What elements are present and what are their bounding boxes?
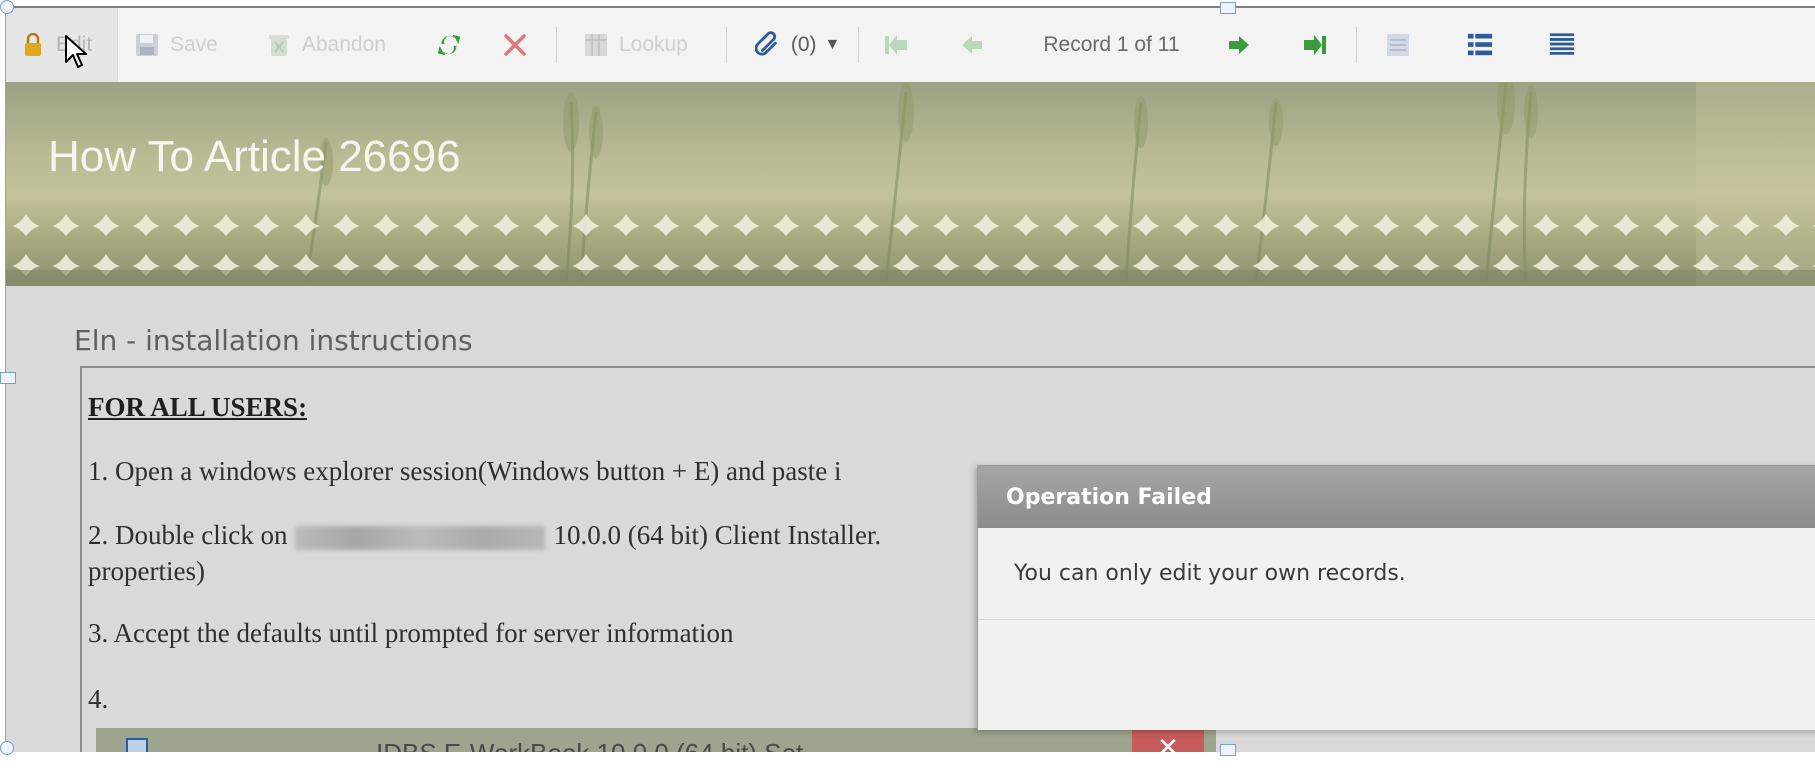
resize-handle[interactable] <box>1220 2 1236 14</box>
dialog-message: You can only edit your own records. <box>978 528 1815 620</box>
last-record-icon <box>1302 32 1328 58</box>
step-2-continued: properties) <box>88 556 205 586</box>
dialog-title: Operation Failed <box>1006 484 1212 510</box>
resize-handle[interactable] <box>1220 744 1236 756</box>
abandon-label: Abandon <box>301 33 386 56</box>
save-button[interactable]: Save <box>124 8 228 82</box>
resize-handle[interactable] <box>0 0 14 14</box>
lookup-button[interactable]: Lookup <box>573 8 698 82</box>
installer-icon <box>126 738 148 752</box>
close-icon: ✕ <box>1157 733 1179 752</box>
decorative-pattern <box>6 206 1815 286</box>
arrow-right-icon <box>1226 32 1252 58</box>
grid-view-icon <box>1549 32 1575 58</box>
attachments-count: (0) <box>790 33 817 56</box>
save-label: Save <box>170 33 218 56</box>
edit-button[interactable]: Edit <box>6 8 118 82</box>
installer-close-button[interactable]: ✕ <box>1132 728 1204 752</box>
toolbar-separator <box>1355 27 1357 63</box>
first-record-button[interactable] <box>873 8 929 82</box>
arrow-left-icon <box>959 32 985 58</box>
app-window: Edit Save Abandon <box>5 6 1815 752</box>
grid-view-button[interactable] <box>1539 8 1595 82</box>
instructions-heading: FOR ALL USERS: <box>88 392 308 422</box>
step-2-suffix: 10.0.0 (64 bit) Client Installer. <box>553 520 882 550</box>
bin-icon <box>266 32 292 58</box>
list-view-icon <box>1467 32 1493 58</box>
step-3: 3. Accept the defaults until prompted fo… <box>88 618 734 648</box>
record-counter: Record 1 of 11 <box>1043 33 1180 56</box>
chevron-down-icon: ▼ <box>824 36 841 53</box>
resize-handle[interactable] <box>0 372 16 384</box>
step-4: 4. <box>88 684 109 714</box>
dialog-header[interactable]: Operation Failed <box>978 466 1815 528</box>
red-x-icon <box>502 32 528 58</box>
abandon-button[interactable]: Abandon <box>256 8 396 82</box>
section-title: Eln - installation instructions <box>74 324 473 357</box>
list-view-button[interactable] <box>1457 8 1513 82</box>
form-view-button[interactable] <box>1375 8 1431 82</box>
toolbar-separator <box>858 27 860 63</box>
delete-button[interactable] <box>492 8 548 82</box>
lookup-label: Lookup <box>618 33 688 56</box>
step-2-prefix: 2. Double click on <box>88 520 288 550</box>
toolbar-separator <box>725 27 727 63</box>
floppy-disk-icon <box>134 32 160 58</box>
article-banner: How To Article 26696 <box>6 82 1815 286</box>
table-icon <box>583 32 609 58</box>
operation-failed-dialog: Operation Failed You can only edit your … <box>977 465 1815 730</box>
banner-title: How To Article 26696 <box>48 132 461 181</box>
step-1: 1. Open a windows explorer session(Windo… <box>88 456 842 486</box>
lock-icon <box>20 32 46 58</box>
attachments-button[interactable]: (0) ▼ <box>745 8 851 82</box>
record-toolbar: Edit Save Abandon <box>6 8 1815 82</box>
toolbar-separator <box>555 27 557 63</box>
previous-record-button[interactable] <box>949 8 1005 82</box>
paperclip-icon <box>754 31 781 58</box>
dialog-footer <box>978 620 1815 730</box>
form-view-icon <box>1385 32 1411 58</box>
redacted-text <box>295 525 546 550</box>
mouse-cursor-icon <box>65 35 87 68</box>
first-record-icon <box>883 32 909 58</box>
installer-title: IDBS E-WorkBook 10.0.0 (64 bit) Set <box>376 738 803 752</box>
refresh-button[interactable] <box>426 8 482 82</box>
next-record-button[interactable] <box>1216 8 1272 82</box>
resize-handle[interactable] <box>0 741 14 755</box>
step-2: 2. Double click on 10.0.0 (64 bit) Client… <box>88 520 881 551</box>
installer-window: IDBS E-WorkBook 10.0.0 (64 bit) Set ✕ <box>96 728 1216 752</box>
refresh-icon <box>436 32 462 58</box>
last-record-button[interactable] <box>1292 8 1348 82</box>
